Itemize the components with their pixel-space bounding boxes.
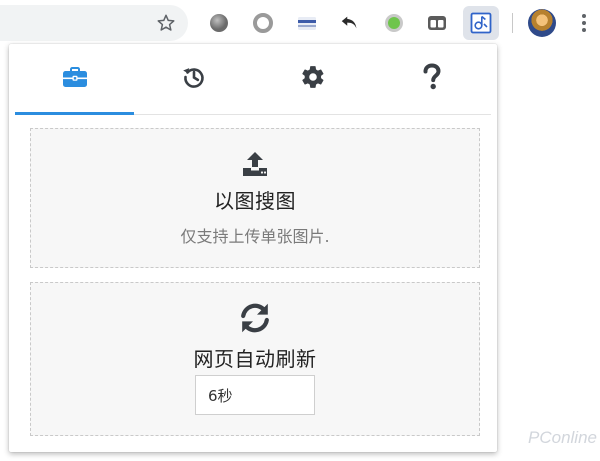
image-search-title: 以图搜图 — [214, 189, 296, 213]
toolbar-divider — [512, 13, 513, 33]
striped-card-icon[interactable] — [295, 11, 319, 35]
history-icon — [181, 64, 207, 94]
gear-icon — [300, 64, 326, 94]
auto-refresh-panel: 网页自动刷新 — [30, 282, 480, 436]
tab-manager-icon[interactable] — [425, 11, 449, 35]
green-dot-icon[interactable] — [382, 11, 406, 35]
ring-icon[interactable] — [251, 11, 275, 35]
upload-icon — [31, 151, 479, 177]
pconline-watermark: PConline — [528, 428, 597, 447]
question-icon — [421, 63, 443, 95]
refresh-interval-input[interactable] — [195, 375, 315, 415]
undo-icon[interactable] — [338, 11, 362, 35]
auto-refresh-title: 网页自动刷新 — [193, 347, 317, 371]
browser-toolbar — [0, 0, 600, 46]
tab-history[interactable] — [134, 44, 253, 114]
tab-toolbox[interactable] — [15, 44, 134, 115]
image-search-hint: 仅支持上传单张图片. — [180, 227, 330, 246]
refresh-icon[interactable] — [31, 301, 479, 335]
tab-settings[interactable] — [253, 44, 372, 114]
profile-avatar[interactable] — [528, 9, 556, 37]
browser-menu-icon[interactable] — [574, 12, 594, 34]
bookmark-star-icon[interactable] — [154, 11, 178, 35]
toolbox-icon — [61, 65, 89, 93]
image-search-extension-icon[interactable] — [463, 6, 499, 40]
tab-help[interactable] — [372, 44, 491, 114]
popup-tab-bar — [15, 44, 491, 115]
grey-sphere-icon[interactable] — [207, 11, 231, 35]
image-search-upload-area[interactable]: 以图搜图 仅支持上传单张图片. — [30, 128, 480, 268]
extension-popup: 以图搜图 仅支持上传单张图片. 网页自动刷新 — [9, 44, 497, 452]
